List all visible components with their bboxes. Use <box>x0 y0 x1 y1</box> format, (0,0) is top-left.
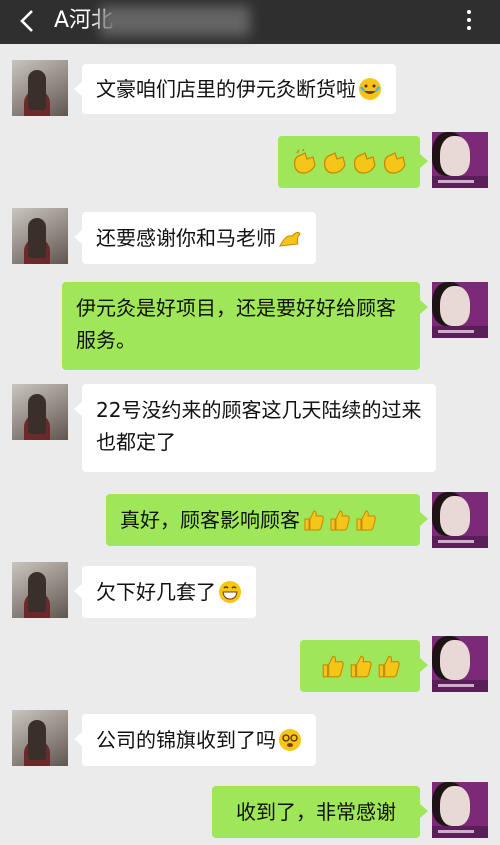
thumbs-up-emoji-icon <box>350 655 372 678</box>
thumbs-up-emoji-icon <box>378 655 400 678</box>
message-bubble-incoming[interactable]: 22号没约来的顾客这几天陆续的过来也都定了 <box>74 384 436 472</box>
message-bubble-incoming[interactable]: 欠下好几套了 <box>74 566 256 618</box>
thumbs-up-emoji-icon <box>356 510 376 531</box>
contact-avatar[interactable] <box>12 562 68 618</box>
my-avatar[interactable] <box>432 782 488 838</box>
message-bubble-incoming[interactable]: 公司的锦旗收到了吗 <box>74 714 316 766</box>
more-icon <box>456 10 482 30</box>
message-bubble-outgoing[interactable]: 收到了，非常感谢 <box>212 786 428 838</box>
clap-emoji-icon <box>324 152 346 174</box>
message-bubble-outgoing[interactable]: 真好，顾客影响顾客 <box>106 494 428 546</box>
more-button[interactable] <box>456 10 482 34</box>
chevron-left-icon <box>20 10 33 32</box>
message-text: 22号没约来的顾客这几天陆续的过来也都定了 <box>96 398 422 454</box>
my-avatar[interactable] <box>432 636 488 692</box>
thumbs-up-emoji-icon <box>322 655 344 678</box>
dizzy-emoji-icon <box>279 729 301 751</box>
crying-laughing-emoji-icon <box>359 78 381 100</box>
my-avatar[interactable] <box>432 132 488 188</box>
contact-avatar[interactable] <box>12 208 68 264</box>
message-text: 收到了，非常感谢 <box>236 800 396 824</box>
message-text: 公司的锦旗收到了吗 <box>96 728 276 752</box>
thumbs-up-emoji-icon <box>330 510 350 531</box>
contact-avatar[interactable] <box>12 710 68 766</box>
message-bubble-outgoing[interactable] <box>300 640 428 692</box>
message-bubble-incoming[interactable]: 文豪咱们店里的伊元灸断货啦 <box>74 64 396 114</box>
clap-emoji-icon <box>384 152 406 174</box>
message-bubble-outgoing[interactable]: 伊元灸是好项目，还是要好好给顾客服务。 <box>62 282 428 370</box>
back-button[interactable] <box>14 6 42 36</box>
chat-header: A河北 <box>0 0 500 44</box>
grin-emoji-icon <box>219 581 241 603</box>
message-text: 伊元灸是好项目，还是要好好给顾客服务。 <box>76 296 396 352</box>
redacted-title-blur <box>100 6 250 36</box>
my-avatar[interactable] <box>432 282 488 338</box>
my-avatar[interactable] <box>432 492 488 548</box>
message-text: 真好，顾客影响顾客 <box>120 508 300 532</box>
contact-avatar[interactable] <box>12 384 68 440</box>
message-bubble-incoming[interactable]: 还要感谢你和马老师 <box>74 212 316 264</box>
message-text: 欠下好几套了 <box>96 580 216 604</box>
message-text: 文豪咱们店里的伊元灸断货啦 <box>96 77 356 101</box>
clap-emoji-icon <box>354 152 376 174</box>
bow-emoji-icon <box>279 231 301 247</box>
contact-avatar[interactable] <box>12 60 68 116</box>
thumbs-up-emoji-icon <box>304 510 324 531</box>
clap-emoji-icon <box>294 149 316 174</box>
message-bubble-outgoing[interactable] <box>278 136 428 188</box>
message-text: 还要感谢你和马老师 <box>96 226 276 250</box>
